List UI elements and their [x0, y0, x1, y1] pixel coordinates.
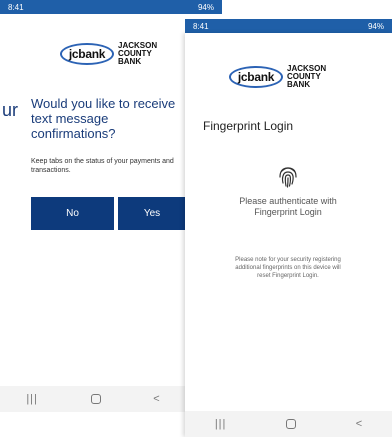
bank-logo: jcbank JACKSON COUNTY BANK: [60, 42, 157, 66]
home-icon[interactable]: [286, 419, 297, 429]
sms-confirmation-screen: jcbank JACKSON COUNTY BANK Would you lik…: [0, 14, 186, 414]
fingerprint-login-screen: jcbank JACKSON COUNTY BANK Fingerprint L…: [185, 33, 392, 437]
android-nav-bar-right: ||| <: [185, 411, 392, 437]
sms-question: Would you like to receive text message c…: [31, 96, 176, 141]
status-indicators: 94%: [198, 3, 214, 12]
bank-name: JACKSON COUNTY BANK: [118, 41, 158, 66]
security-note: Please note for your security registerin…: [235, 257, 341, 279]
fingerprint-icon[interactable]: [277, 163, 299, 189]
authenticate-prompt: Please authenticate with Fingerprint Log…: [239, 196, 337, 217]
status-time: 8:41: [193, 21, 209, 31]
home-icon[interactable]: [90, 394, 101, 404]
jcbank-wordmark: jcbank: [229, 66, 283, 88]
jcbank-wordmark: jcbank: [60, 43, 114, 65]
page-title: Fingerprint Login: [203, 119, 294, 133]
no-button[interactable]: No: [31, 197, 114, 230]
back-icon[interactable]: <: [356, 418, 362, 430]
recent-apps-icon[interactable]: |||: [215, 418, 227, 430]
battery-level: 94%: [367, 21, 384, 31]
bank-logo: jcbank JACKSON COUNTY BANK: [229, 65, 326, 89]
battery-level: 94%: [197, 2, 214, 12]
status-indicators: 94%: [368, 22, 384, 31]
screenshot-stage: 8:41 94% jcbank JACKSON COUNTY BANK Woul…: [0, 0, 392, 437]
status-bar-left: 8:41 94%: [0, 0, 222, 14]
recent-apps-icon[interactable]: |||: [26, 393, 38, 405]
status-bar-right: 8:41 94%: [185, 19, 392, 33]
back-icon[interactable]: <: [153, 393, 159, 405]
bank-name: JACKSON COUNTY BANK: [287, 64, 327, 89]
yes-button[interactable]: Yes: [118, 197, 186, 230]
status-time: 8:41: [8, 2, 24, 12]
sms-subtext: Keep tabs on the status of your payments…: [31, 158, 174, 174]
cutoff-text-fragment: ur: [2, 100, 19, 120]
android-nav-bar-left: ||| <: [0, 386, 186, 412]
